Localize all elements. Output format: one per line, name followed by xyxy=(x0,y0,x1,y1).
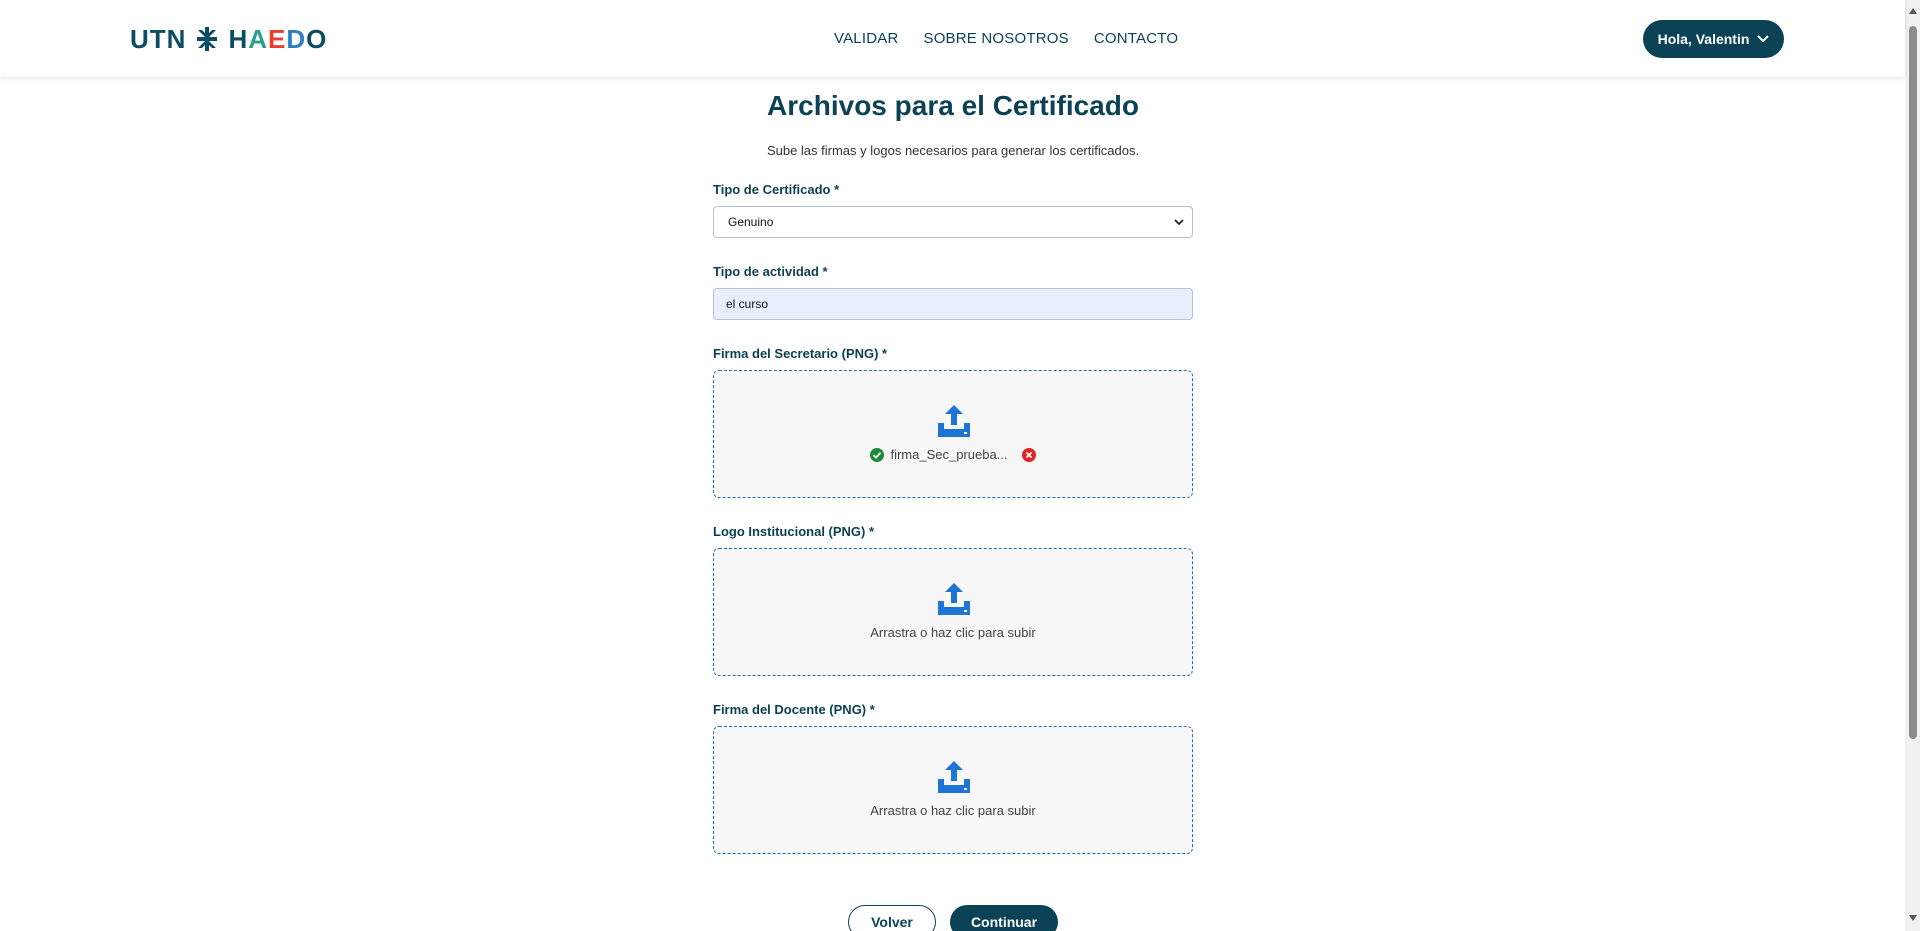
check-circle-icon xyxy=(870,447,885,462)
scrollbar-thumb[interactable] xyxy=(1909,26,1917,739)
nav-contacto[interactable]: CONTACTO xyxy=(1094,30,1178,47)
page-scrollbar[interactable] xyxy=(1905,0,1920,931)
activity-type-value: el curso xyxy=(726,297,769,311)
chevron-down-icon xyxy=(1757,35,1770,43)
logo-letter: D xyxy=(286,23,307,54)
upload-icon xyxy=(938,583,970,615)
main-nav: VALIDAR SOBRE NOSOTROS CONTACTO xyxy=(834,30,1203,47)
page-title: Archivos para el Certificado xyxy=(767,90,1139,121)
cert-type-value: Genuino xyxy=(728,215,774,229)
nav-validar[interactable]: VALIDAR xyxy=(834,30,898,47)
back-button[interactable]: Volver xyxy=(848,905,936,931)
logo-text-haedo: H A E D O xyxy=(228,24,327,55)
page-subtitle: Sube las firmas y logos necesarios para … xyxy=(766,143,1140,158)
user-greeting: Hola, Valentin xyxy=(1657,31,1750,47)
institutional-logo-dropzone[interactable]: Arrastra o haz clic para subir xyxy=(713,548,1193,676)
secretary-signature-label: Firma del Secretario (PNG) * xyxy=(713,346,888,361)
activity-type-label: Tipo de actividad * xyxy=(713,264,828,279)
activity-type-input[interactable]: el curso xyxy=(713,288,1193,320)
user-menu-button[interactable]: Hola, Valentin xyxy=(1643,20,1784,58)
utn-haedo-logo[interactable]: UTN H A E D O xyxy=(130,24,327,54)
dropzone-hint: Arrastra o haz clic para subir xyxy=(870,803,1036,818)
logo-letter: O xyxy=(306,23,328,54)
scroll-up-arrow[interactable] xyxy=(1909,8,1917,14)
utn-star-icon xyxy=(197,27,218,51)
scroll-down-arrow[interactable] xyxy=(1909,915,1917,921)
institutional-logo-label: Logo Institucional (PNG) * xyxy=(713,524,875,539)
continue-button[interactable]: Continuar xyxy=(950,905,1058,931)
close-circle-icon[interactable] xyxy=(1021,447,1036,462)
form-actions: Volver Continuar xyxy=(848,905,1058,931)
teacher-signature-label: Firma del Docente (PNG) * xyxy=(713,702,875,717)
nav-sobre-nosotros[interactable]: SOBRE NOSOTROS xyxy=(923,30,1068,47)
teacher-signature-dropzone[interactable]: Arrastra o haz clic para subir xyxy=(713,726,1193,854)
logo-letter: A xyxy=(248,23,268,54)
cert-type-label: Tipo de Certificado * xyxy=(713,182,840,197)
top-navbar: UTN H A E D O VALIDAR SOBRE NOSOTROS CON… xyxy=(0,0,1905,77)
uploaded-file-row: firma_Sec_prueba... xyxy=(714,447,1192,462)
upload-icon xyxy=(938,405,970,437)
logo-text-utn: UTN xyxy=(130,23,187,54)
chevron-down-icon xyxy=(1174,218,1184,225)
uploaded-file-name: firma_Sec_prueba... xyxy=(890,447,1008,462)
upload-icon xyxy=(938,761,970,793)
dropzone-hint: Arrastra o haz clic para subir xyxy=(870,625,1036,640)
certificate-files-form: Archivos para el Certificado Sube las fi… xyxy=(713,77,1193,854)
cert-type-select[interactable]: Genuino xyxy=(713,206,1193,238)
logo-letter: H xyxy=(228,23,249,54)
secretary-signature-dropzone[interactable]: firma_Sec_prueba... xyxy=(713,370,1193,498)
logo-letter: E xyxy=(268,23,287,54)
